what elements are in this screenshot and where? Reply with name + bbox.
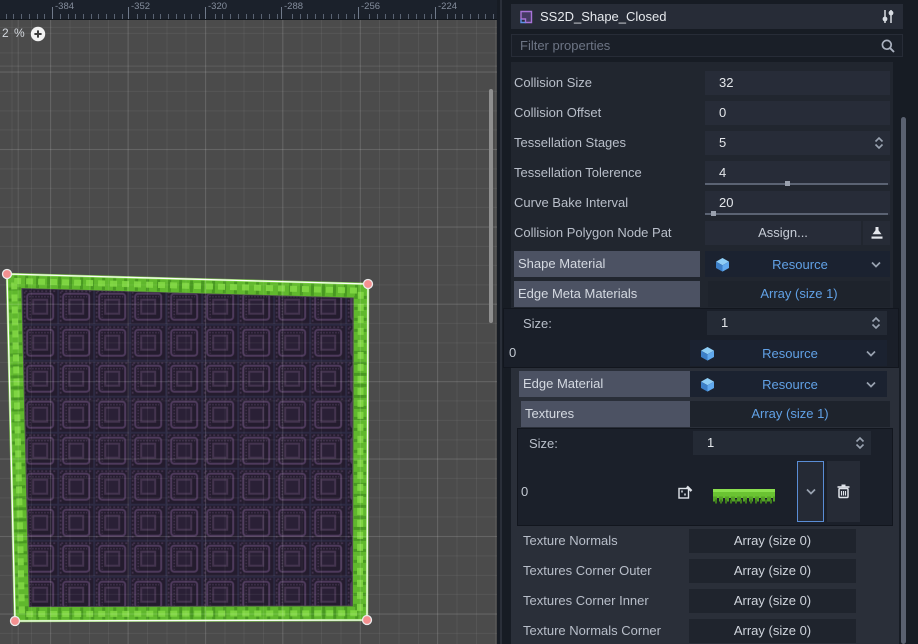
viewport-2d[interactable]: -384 -352 -320 -288 -256 -224 2 % [0, 0, 497, 644]
prop-cell-textures: Textures [521, 401, 690, 427]
prop-cell-shape-material: Shape Material [514, 251, 700, 277]
godot-editor: -384 -352 -320 -288 -256 -224 2 % SS2D_Shape_… [0, 0, 918, 644]
chevron-down-icon [865, 347, 877, 360]
filter-properties-input[interactable]: Filter properties [511, 34, 903, 57]
panel-divider [500, 0, 502, 644]
prop-label-curve-bake-interval: Curve Bake Interval [514, 190, 699, 216]
trash-icon [835, 483, 852, 500]
viewport-vertical-scrollbar[interactable] [489, 89, 493, 323]
prop-label-edge-material: Edge Material [523, 371, 603, 397]
zoom-level-label: 2 % [2, 26, 26, 40]
viewport-ruler: -384 -352 -320 -288 -256 -224 [0, 0, 497, 20]
tessellation-stages-spinbox[interactable]: 5 [705, 131, 890, 155]
inspector-panel: SS2D_Shape_Closed Filter properties Coll… [497, 0, 918, 644]
ruler-label: -288 [284, 1, 303, 12]
array-size-label: Size: [529, 431, 679, 457]
spinner-updown-icon[interactable] [870, 315, 882, 331]
shape-point-handle[interactable] [364, 280, 373, 289]
edge-meta-array-size-spinbox[interactable]: 1 [707, 311, 887, 335]
tessellation-stages-value: 5 [719, 135, 726, 150]
texture-normals-corner-array-button[interactable]: Array (size 0) [689, 619, 856, 643]
prop-label-textures-corner-outer: Textures Corner Outer [523, 558, 688, 584]
slider-grabber[interactable] [711, 211, 716, 216]
prop-label-textures: Textures [525, 401, 574, 427]
ruler-label: -352 [131, 1, 150, 12]
texture-normals-array-button[interactable]: Array (size 0) [689, 529, 856, 553]
inspector-header: SS2D_Shape_Closed [511, 4, 903, 29]
prop-label-collision-offset: Collision Offset [514, 100, 699, 126]
array-size-label: Size: [523, 311, 673, 337]
object-tools-icon[interactable] [880, 8, 896, 25]
shape-point-handle[interactable] [3, 270, 12, 279]
tessellation-tolerence-slider[interactable]: 4 [705, 161, 890, 185]
resource-cube-icon [700, 346, 715, 361]
resource-cube-icon [715, 257, 730, 272]
shape-material-value: Resource [730, 257, 870, 272]
prop-label-collision-polygon-node-path: Collision Polygon Node Pat [514, 220, 702, 246]
collision-offset-field[interactable]: 0 [705, 101, 890, 125]
ruler-label: -384 [55, 1, 74, 12]
assign-node-path-button[interactable]: Assign... [705, 221, 861, 245]
array-item-index: 0 [509, 340, 569, 366]
curve-bake-interval-slider[interactable]: 20 [705, 191, 890, 215]
add-point-icon[interactable] [30, 26, 46, 42]
slider-grabber[interactable] [785, 181, 790, 186]
prop-label-texture-normals: Texture Normals [523, 528, 688, 554]
delete-texture-item-button[interactable] [827, 461, 860, 522]
prop-label-tessellation-tolerence: Tessellation Tolerence [514, 160, 699, 186]
chevron-down-icon [865, 378, 877, 391]
collision-offset-value: 0 [719, 105, 726, 120]
chevron-down-icon [870, 258, 882, 271]
ruler-label: -320 [208, 1, 227, 12]
shape-material-resource-dropdown[interactable]: Resource [705, 251, 890, 277]
shape-point-handle[interactable] [11, 617, 20, 626]
collision-size-value: 32 [719, 75, 733, 90]
ruler-label: -256 [361, 1, 380, 12]
prop-label-textures-corner-inner: Textures Corner Inner [523, 588, 688, 614]
textures-corner-inner-array-button[interactable]: Array (size 0) [689, 589, 856, 613]
edge-material-resource-dropdown[interactable]: Resource [690, 371, 887, 397]
collision-size-field[interactable]: 32 [705, 71, 890, 95]
resource-cube-icon [700, 377, 715, 392]
prop-label-shape-material: Shape Material [518, 251, 605, 277]
prop-label-edge-meta-materials: Edge Meta Materials [518, 281, 637, 307]
node-pick-icon [869, 225, 885, 241]
edit-texture-icon[interactable] [677, 484, 694, 501]
search-icon [880, 38, 896, 54]
slider-track[interactable] [705, 213, 888, 215]
texture-item-index: 0 [521, 479, 561, 505]
inspector-vertical-scrollbar[interactable] [901, 117, 906, 644]
shape-point-handle[interactable] [363, 616, 372, 625]
prop-label-texture-normals-corner: Texture Normals Corner [523, 618, 691, 644]
edge-meta-item-value: Resource [715, 346, 865, 361]
textures-array-size-spinbox[interactable]: 1 [693, 431, 871, 455]
shape-gizmos[interactable] [0, 0, 497, 644]
textures-array-button[interactable]: Array (size 1) [690, 401, 890, 427]
slider-track[interactable] [705, 183, 888, 185]
prop-cell-edge-meta-materials: Edge Meta Materials [514, 281, 700, 307]
ruler-label: -224 [438, 1, 457, 12]
spinner-updown-icon[interactable] [854, 435, 866, 451]
tessellation-tolerence-value: 4 [719, 165, 726, 180]
edge-meta-array-size-value: 1 [721, 315, 728, 330]
spinner-updown-icon[interactable] [873, 135, 885, 151]
edge-material-value: Resource [715, 377, 865, 392]
textures-array-size-value: 1 [707, 435, 714, 450]
pick-node-button[interactable] [863, 221, 890, 245]
prop-label-collision-size: Collision Size [514, 70, 699, 96]
filter-placeholder: Filter properties [520, 38, 880, 53]
grass-texture-preview[interactable] [713, 489, 775, 506]
ss2d-shape-icon [518, 9, 534, 25]
chevron-down-icon [805, 485, 817, 498]
edge-meta-item-resource-dropdown[interactable]: Resource [690, 340, 887, 366]
edge-meta-materials-array-button[interactable]: Array (size 1) [708, 281, 890, 307]
texture-item-dropdown-button[interactable] [797, 461, 824, 522]
curve-bake-interval-value: 20 [719, 195, 733, 210]
inspected-object-title: SS2D_Shape_Closed [540, 9, 880, 24]
textures-corner-outer-array-button[interactable]: Array (size 0) [689, 559, 856, 583]
prop-cell-edge-material: Edge Material [519, 371, 690, 397]
prop-label-tessellation-stages: Tessellation Stages [514, 130, 699, 156]
